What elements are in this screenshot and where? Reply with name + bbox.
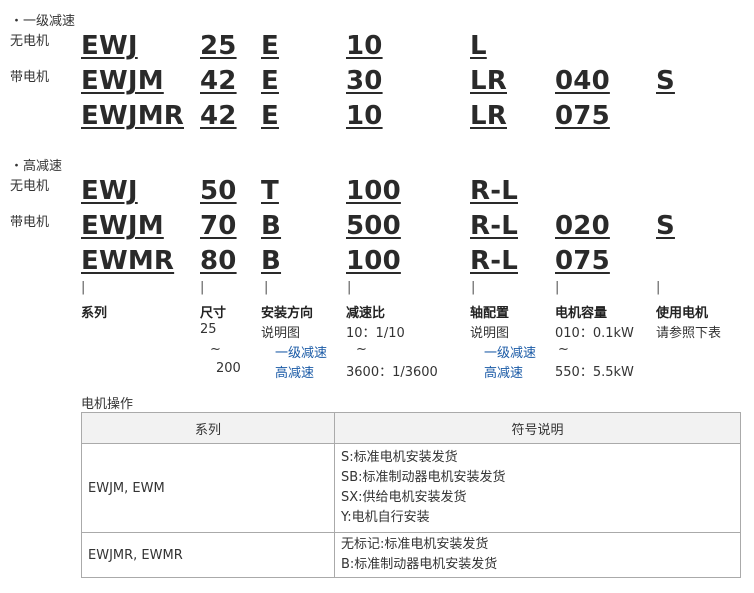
s1-r1-ratio: 10 bbox=[346, 31, 383, 61]
pipe-shaft: | bbox=[471, 280, 476, 295]
legend-ratio: 减速比 bbox=[346, 306, 386, 321]
ratio-tilde: ~ bbox=[356, 342, 367, 357]
size-tilde: ~ bbox=[210, 342, 221, 357]
motor-line1: 010：0.1kW bbox=[555, 326, 634, 341]
s1-r3-series: EWJMR bbox=[81, 101, 185, 131]
section1-label-with-motor: 带电机 bbox=[10, 70, 50, 85]
s1-r2-mount: E bbox=[261, 66, 279, 96]
mount-link-high[interactable]: 高减速 bbox=[275, 362, 314, 381]
symbol-line: 无标记:标准电机安装发货 bbox=[341, 537, 489, 552]
symbol-line: S:标准电机安装发货 bbox=[341, 450, 458, 465]
s2-r2-series: EWJM bbox=[81, 211, 164, 241]
mount-desc: 说明图 bbox=[261, 326, 301, 341]
section2-label-with-motor: 带电机 bbox=[10, 215, 50, 230]
header-series: 系列 bbox=[81, 412, 335, 444]
pipe-ratio: | bbox=[347, 280, 352, 295]
header-symbols: 符号说明 bbox=[334, 412, 741, 444]
s1-r2-motor: 040 bbox=[555, 66, 610, 96]
section1-label-no-motor: 无电机 bbox=[10, 34, 50, 49]
motor-line2: 550：5.5kW bbox=[555, 365, 634, 380]
legend-use-motor: 使用电机 bbox=[656, 306, 709, 321]
s1-r1-size: 25 bbox=[200, 31, 237, 61]
row2-series: EWJMR, EWMR bbox=[81, 532, 335, 578]
s1-r1-shaft: L bbox=[470, 31, 487, 61]
s1-r3-ratio: 10 bbox=[346, 101, 383, 131]
row2-symbols: 无标记:标准电机安装发货 B:标准制动器电机安装发货 bbox=[334, 532, 741, 578]
pipe-use: | bbox=[656, 280, 661, 295]
s1-r2-size: 42 bbox=[200, 66, 237, 96]
s2-r3-motor: 075 bbox=[555, 246, 610, 276]
pipe-motor: | bbox=[555, 280, 560, 295]
legend-size: 尺寸 bbox=[200, 306, 227, 321]
s2-r1-shaft: R-L bbox=[470, 176, 518, 206]
symbol-line: SB:标准制动器电机安装发货 bbox=[341, 470, 506, 485]
s1-r1-series: EWJ bbox=[81, 31, 138, 61]
s2-r1-mount: T bbox=[261, 176, 279, 206]
table-row: EWJM, EWM S:标准电机安装发货 SB:标准制动器电机安装发货 SX:供… bbox=[81, 443, 741, 533]
s2-r2-size: 70 bbox=[200, 211, 237, 241]
section2-title: ・高减速 bbox=[10, 159, 63, 174]
ratio-line1: 10：1/10 bbox=[346, 326, 405, 341]
pipe-size: | bbox=[200, 280, 205, 295]
s1-r2-ratio: 30 bbox=[346, 66, 383, 96]
shaft-desc: 说明图 bbox=[470, 326, 510, 341]
row1-series: EWJM, EWM bbox=[81, 443, 335, 533]
legend-shaft: 轴配置 bbox=[470, 306, 510, 321]
table-row: EWJMR, EWMR 无标记:标准电机安装发货 B:标准制动器电机安装发货 bbox=[81, 532, 741, 578]
row1-symbols: S:标准电机安装发货 SB:标准制动器电机安装发货 SX:供给电机安装发货 Y:… bbox=[334, 443, 741, 533]
s2-r2-ratio: 500 bbox=[346, 211, 401, 241]
s1-r3-size: 42 bbox=[200, 101, 237, 131]
table-header-row: 系列 符号说明 bbox=[81, 412, 741, 444]
size-min: 25 bbox=[200, 322, 217, 337]
s1-r2-use: S bbox=[656, 66, 675, 96]
s1-r1-mount: E bbox=[261, 31, 279, 61]
s1-r3-mount: E bbox=[261, 101, 279, 131]
section2-label-no-motor: 无电机 bbox=[10, 179, 50, 194]
s2-r3-series: EWMR bbox=[81, 246, 175, 276]
s2-r1-series: EWJ bbox=[81, 176, 138, 206]
s2-r3-mount: B bbox=[261, 246, 282, 276]
motor-ops-title: 电机操作 bbox=[81, 397, 134, 412]
use-desc: 请参照下表 bbox=[656, 326, 722, 341]
s1-r2-shaft: LR bbox=[470, 66, 507, 96]
pipe-series: | bbox=[81, 280, 86, 295]
s2-r3-ratio: 100 bbox=[346, 246, 401, 276]
s2-r3-size: 80 bbox=[200, 246, 237, 276]
s2-r2-shaft: R-L bbox=[470, 211, 518, 241]
symbol-line: B:标准制动器电机安装发货 bbox=[341, 557, 498, 572]
ratio-line2: 3600：1/3600 bbox=[346, 365, 438, 380]
legend-series: 系列 bbox=[81, 306, 108, 321]
s1-r3-shaft: LR bbox=[470, 101, 507, 131]
s2-r2-mount: B bbox=[261, 211, 282, 241]
pipe-mount: | bbox=[264, 280, 269, 295]
s2-r2-motor: 020 bbox=[555, 211, 610, 241]
size-max: 200 bbox=[216, 361, 241, 376]
s1-r3-motor: 075 bbox=[555, 101, 610, 131]
motor-tilde: ~ bbox=[558, 342, 569, 357]
motor-ops-table: 系列 符号说明 EWJM, EWM S:标准电机安装发货 SB:标准制动器电机安… bbox=[81, 412, 741, 578]
shaft-link-high[interactable]: 高减速 bbox=[484, 362, 523, 381]
symbol-line: SX:供给电机安装发货 bbox=[341, 490, 467, 505]
legend-motor-cap: 电机容量 bbox=[555, 306, 608, 321]
legend-mount: 安装方向 bbox=[261, 306, 314, 321]
mount-link-single[interactable]: 一级减速 bbox=[275, 342, 327, 361]
s2-r1-size: 50 bbox=[200, 176, 237, 206]
s1-r2-series: EWJM bbox=[81, 66, 164, 96]
shaft-link-single[interactable]: 一级减速 bbox=[484, 342, 536, 361]
s2-r3-shaft: R-L bbox=[470, 246, 518, 276]
s2-r2-use: S bbox=[656, 211, 675, 241]
symbol-line: Y:电机自行安装 bbox=[341, 510, 430, 525]
s2-r1-ratio: 100 bbox=[346, 176, 401, 206]
section1-title: ・一级减速 bbox=[10, 14, 76, 29]
